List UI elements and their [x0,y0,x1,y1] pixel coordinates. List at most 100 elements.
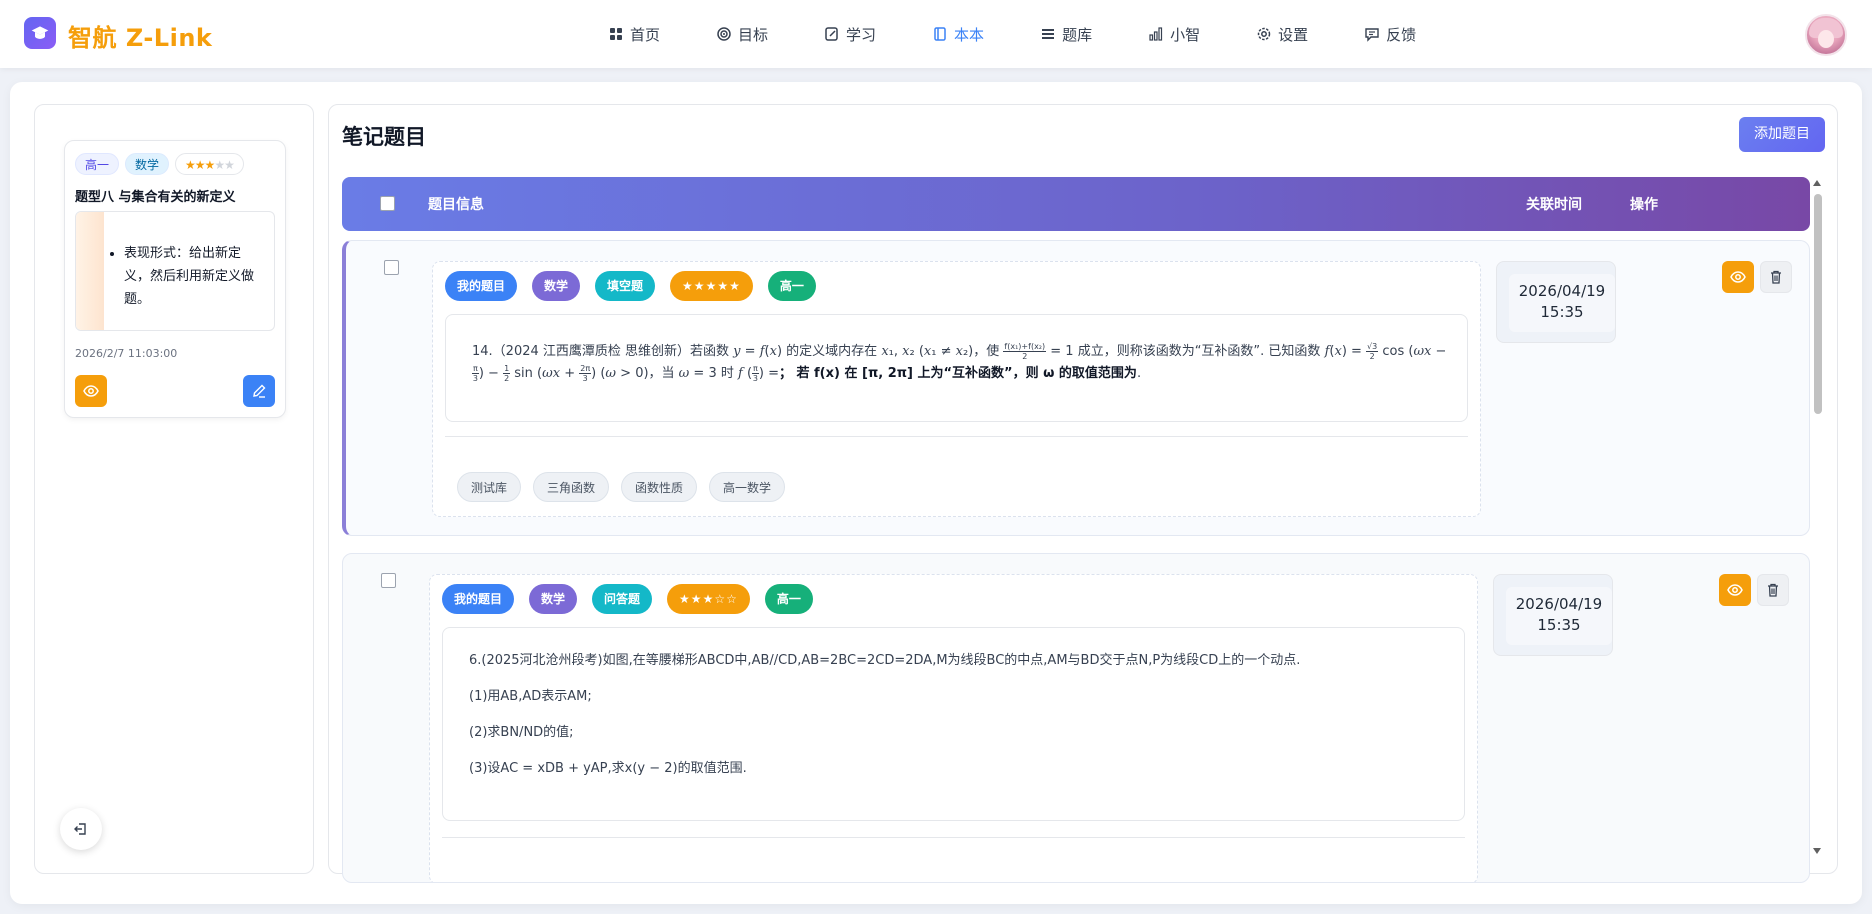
question-content: 14.（2024 江西鹰潭质检 思维创新）若函数 y = f(x) 的定义域内存… [445,314,1468,422]
select-all-checkbox[interactable] [380,196,395,211]
question-line: 6.(2025河北沧州段考)如图,在等腰梯形ABCD中,AB//CD,AB=2B… [469,653,1301,668]
linked-time: 2026/04/19 15:35 [1493,574,1613,656]
nav-label: 设置 [1278,25,1309,44]
column-time: 关联时间 [1526,197,1582,213]
keyword-tag[interactable]: 函数性质 [621,472,698,502]
nav-bank[interactable]: 题库 [1012,20,1120,48]
edit-button[interactable] [243,375,275,407]
grid-icon [610,28,622,40]
table-row: 我的题目 数学 问答题 ★★★☆☆ 高一 6.(2025河北沧州段考)如图,在等… [342,553,1810,883]
column-op: 操作 [1630,197,1658,213]
row-checkbox[interactable] [384,260,399,275]
logout-icon [74,823,86,835]
preview-text: 表现形式：给出新定义，然后利用新定义做题。 [124,242,264,311]
user-avatar[interactable] [1805,14,1847,56]
keyword-tags: 测试库 三角函数 函数性质 高一数学 [457,472,786,502]
question-tags: 我的题目 数学 填空题 ★★★★★ 高一 [445,271,816,301]
page-title: 笔记题目 [342,125,426,149]
note-card-tags: 高一 数学 ★★★★★ [75,153,244,175]
nav-study[interactable]: 学习 [796,20,904,48]
question-line: (3)设AC = xDB + yAP,求x(y − 2)的取值范围. [469,761,747,776]
time-date: 2026/04/19 [1518,282,1606,300]
nav-label: 小智 [1170,25,1201,44]
row-checkbox[interactable] [381,573,396,588]
nav-label: 题库 [1062,25,1093,44]
message-icon [1365,28,1379,42]
difficulty-tag: ★★★☆☆ [667,584,750,614]
eye-icon [1727,584,1743,596]
time-clock: 15:35 [1537,616,1581,634]
question-line: (2)求BN/ND的值; [469,725,574,740]
note-card[interactable]: 高一 数学 ★★★★★ 题型八 与集合有关的新定义 表现形式：给出新定义，然后利… [64,140,286,418]
question-info: 我的题目 数学 问答题 ★★★☆☆ 高一 6.(2025河北沧州段考)如图,在等… [429,574,1478,882]
grade-tag: 高一 [764,584,813,614]
question-info: 我的题目 数学 填空题 ★★★★★ 高一 14.（2024 江西鹰潭质检 思维创… [432,261,1481,517]
delete-button[interactable] [1757,574,1789,606]
question-tags: 我的题目 数学 问答题 ★★★☆☆ 高一 [442,584,813,614]
type-tag: 问答题 [592,584,653,614]
difficulty-tag: ★★★★★ [670,271,753,301]
note-card-preview: 表现形式：给出新定义，然后利用新定义做题。 [75,211,275,331]
target-icon [717,27,731,41]
divider [442,837,1465,838]
edit-doc-icon [825,27,838,41]
gear-icon [1257,27,1271,41]
eye-icon [83,385,99,397]
view-button[interactable] [1719,574,1751,606]
nav-assistant[interactable]: 小智 [1120,20,1228,48]
nav-target[interactable]: 目标 [688,20,796,48]
bar-chart-icon [1149,27,1163,41]
eye-icon [1730,271,1746,283]
grade-tag: 高一 [767,271,816,301]
divider [445,436,1468,437]
top-navbar: 智航 Z-Link 首页 目标 学习 本本 题库 小智 设置 反馈 [0,0,1872,68]
nav-feedback[interactable]: 反馈 [1336,20,1444,48]
difficulty-stars: ★★★★★ [175,153,244,175]
column-info: 题目信息 [428,197,484,213]
time-date: 2026/04/19 [1515,595,1603,613]
scrollbar[interactable] [1812,180,1822,860]
question-text: 14.（2024 江西鹰潭质检 思维创新）若函数 y = f(x) 的定义域内存… [472,342,1447,383]
nav-label: 本本 [954,25,985,44]
trash-icon [1771,270,1781,284]
main-nav: 首页 目标 学习 本本 题库 小智 设置 反馈 [580,20,1444,48]
keyword-tag[interactable]: 高一数学 [709,472,786,502]
logout-button[interactable] [60,808,102,850]
subject-tag: 数学 [125,153,170,175]
subject-tag: 数学 [532,271,581,301]
nav-label: 反馈 [1386,25,1417,44]
trash-icon [1768,583,1778,597]
source-tag: 我的题目 [442,584,515,614]
source-tag: 我的题目 [445,271,518,301]
list-icon [1042,29,1055,39]
pencil-icon [253,384,266,398]
nav-label: 学习 [846,25,877,44]
question-line: (1)用AB,AD表示AM; [469,689,592,704]
type-tag: 填空题 [595,271,656,301]
keyword-tag[interactable]: 测试库 [457,472,522,502]
nav-settings[interactable]: 设置 [1228,20,1336,48]
nav-label: 目标 [738,25,769,44]
nav-notebook[interactable]: 本本 [904,20,1012,48]
logo-icon[interactable] [24,17,56,49]
note-card-time: 2026/2/7 11:03:00 [75,347,178,360]
subject-tag: 数学 [529,584,578,614]
nav-label: 首页 [630,25,661,44]
scroll-down-arrow[interactable] [1813,848,1821,854]
keyword-tag[interactable]: 三角函数 [533,472,610,502]
scroll-up-arrow[interactable] [1813,180,1821,186]
view-button[interactable] [1722,261,1754,293]
linked-time: 2026/04/19 15:35 [1496,261,1616,343]
table-header: 题目信息 关联时间 操作 [342,177,1810,231]
time-clock: 15:35 [1540,303,1584,321]
delete-button[interactable] [1760,261,1792,293]
notebook-icon [934,27,946,41]
scroll-thumb[interactable] [1814,194,1822,414]
note-card-title: 题型八 与集合有关的新定义 [75,190,236,205]
view-button[interactable] [75,375,107,407]
question-content: 6.(2025河北沧州段考)如图,在等腰梯形ABCD中,AB//CD,AB=2B… [442,627,1465,821]
nav-home[interactable]: 首页 [580,20,688,48]
add-question-button[interactable]: 添加题目 [1739,117,1825,152]
question-text: 6.(2025河北沧州段考)如图,在等腰梯形ABCD中,AB//CD,AB=2B… [469,643,1449,787]
brand-name[interactable]: 智航 Z-Link [68,18,212,53]
